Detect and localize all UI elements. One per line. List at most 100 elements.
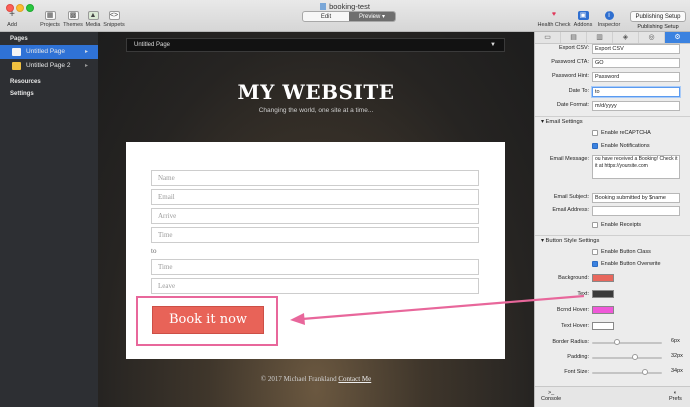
email-address-field[interactable] <box>592 206 680 216</box>
checkbox-checked-icon <box>592 143 598 149</box>
edit-tab[interactable]: Edit <box>303 12 349 21</box>
checkbox-unchecked-icon <box>592 130 598 136</box>
password-cta-row: Password CTA: GO <box>535 58 690 69</box>
addons-label: Addons <box>573 22 593 28</box>
email-input[interactable]: Email <box>151 189 479 205</box>
preview-tab[interactable]: Preview ▾ <box>349 12 395 21</box>
snippets-button[interactable]: <> Snippets <box>103 11 125 28</box>
tab-stack-icon[interactable]: ◎ <box>639 32 665 43</box>
border-radius-value: 6px <box>671 338 680 344</box>
slider-knob[interactable] <box>631 354 638 360</box>
enable-recaptcha-label: Enable reCAPTCHA <box>601 130 651 136</box>
inspector-panel: ▭ ▤ ▥ ◈ ◎ ⚙ Export CSV: Export CSV Passw… <box>534 32 690 407</box>
arrive-input[interactable]: Arrive <box>151 208 479 224</box>
app-window: booking-test + Add ▦ Projects ▩ Themes ▲… <box>0 0 690 407</box>
font-size-slider[interactable] <box>592 369 662 375</box>
disclosure-triangle-icon: ▾ <box>541 238 544 244</box>
password-hint-field[interactable]: Password <box>592 72 680 82</box>
border-radius-slider[interactable] <box>592 339 662 345</box>
book-it-now-button[interactable]: Book it now <box>152 306 264 334</box>
tab-page-icon[interactable]: ▭ <box>535 32 561 43</box>
name-input[interactable]: Name <box>151 170 479 186</box>
button-style-settings-section[interactable]: ▾ Button Style Settings <box>535 235 690 245</box>
email-subject-field[interactable]: Booking submitted by $name <box>592 193 680 203</box>
sidebar-item-label: Untitled Page <box>26 48 66 55</box>
sidebar-item-label: Untitled Page 2 <box>26 62 71 69</box>
sidebar: Pages Untitled Page ▸ Untitled Page 2 ▸ … <box>0 32 98 407</box>
media-button[interactable]: ▲ Media <box>84 11 102 28</box>
addons-button[interactable]: ▣ Addons <box>572 11 594 28</box>
inspector-footer: >_ Console ◐ Prefs <box>535 386 690 407</box>
bcrnd-hover-row: Bcrnd Hover: <box>535 306 690 317</box>
sidebar-item-untitled-page-2[interactable]: Untitled Page 2 ▸ <box>0 59 98 73</box>
text-hover-label: Text Hover: <box>561 323 589 329</box>
padding-slider[interactable] <box>592 354 662 360</box>
inspector-button[interactable]: i Inspector <box>596 11 622 28</box>
console-button[interactable]: >_ Console <box>541 390 561 402</box>
enable-receipts-checkbox[interactable]: Enable Receipts <box>592 221 641 230</box>
chevron-right-icon[interactable]: ▸ <box>85 59 88 73</box>
email-message-field[interactable]: ou have received a Booking! Check it it … <box>592 155 680 179</box>
sidebar-item-untitled-page[interactable]: Untitled Page ▸ <box>0 45 98 59</box>
bcrnd-hover-color-well[interactable] <box>592 306 614 314</box>
leave-time-input[interactable]: Time <box>151 259 479 275</box>
tab-tag-icon[interactable]: ◈ <box>613 32 639 43</box>
enable-recaptcha-checkbox[interactable]: Enable reCAPTCHA <box>592 129 651 138</box>
date-to-label: Date To: <box>568 88 589 94</box>
add-label: Add <box>7 22 17 28</box>
date-format-field[interactable]: m/d/yyyy <box>592 101 680 111</box>
enable-button-class-checkbox[interactable]: Enable Button Class <box>592 248 651 257</box>
date-to-row: Date To: to <box>535 87 690 98</box>
prefs-button[interactable]: ◐ Prefs <box>669 390 682 402</box>
leave-input[interactable]: Leave <box>151 278 479 294</box>
enable-button-overwrite-label: Enable Button Overwrite <box>601 261 661 267</box>
enable-notifications-checkbox[interactable]: Enable Notifications <box>592 142 650 151</box>
pages-header: Pages <box>10 36 28 42</box>
themes-button[interactable]: ▩ Themes <box>63 11 83 28</box>
health-check-label: Health Check <box>537 22 571 28</box>
text-hover-row: Text Hover: <box>535 322 690 333</box>
info-icon: i <box>604 11 614 20</box>
snippets-label: Snippets <box>103 22 125 28</box>
export-csv-field[interactable]: Export CSV <box>592 44 680 54</box>
slider-knob[interactable] <box>614 339 621 345</box>
tab-layout-icon[interactable]: ▥ <box>587 32 613 43</box>
tab-gear-icon[interactable]: ⚙ <box>665 32 690 43</box>
padding-row: Padding: 32px <box>535 353 690 364</box>
button-style-settings-title: Button Style Settings <box>545 238 600 244</box>
tab-header-icon[interactable]: ▤ <box>561 32 587 43</box>
publishing-setup-label: Publishing Setup <box>637 24 679 30</box>
checkbox-unchecked-icon <box>592 222 598 228</box>
slider-knob[interactable] <box>641 369 648 375</box>
password-cta-field[interactable]: GO <box>592 58 680 68</box>
health-check-button[interactable]: ♥ Health Check <box>537 11 571 28</box>
arrive-time-input[interactable]: Time <box>151 227 479 243</box>
media-label: Media <box>85 22 101 28</box>
border-radius-label: Border Radius: <box>552 339 589 345</box>
email-address-label: Email Address: <box>552 207 589 213</box>
booking-form: Name Email Arrive Time to Time Leave Boo… <box>126 142 505 359</box>
password-cta-label: Password CTA: <box>551 59 589 65</box>
add-button[interactable]: + Add <box>4 10 20 29</box>
text-color-well[interactable] <box>592 290 614 298</box>
email-subject-label: Email Subject: <box>553 194 589 200</box>
text-hover-color-well[interactable] <box>592 322 614 330</box>
caret-down-icon: ▼ <box>490 42 496 48</box>
password-hint-row: Password Hint: Password <box>535 72 690 83</box>
email-settings-section[interactable]: ▾ Email Settings <box>535 116 690 126</box>
settings-header[interactable]: Settings <box>0 89 98 102</box>
chevron-right-icon[interactable]: ▸ <box>85 45 88 59</box>
background-label: Background: <box>558 275 589 281</box>
email-settings-title: Email Settings <box>545 119 583 125</box>
page-selector[interactable]: Untitled Page ▼ <box>126 38 505 52</box>
resources-header[interactable]: Resources <box>0 73 98 89</box>
edit-preview-toggle[interactable]: Edit Preview ▾ <box>302 11 396 22</box>
publishing-setup-button[interactable]: Publishing Setup <box>630 11 686 22</box>
themes-label: Themes <box>63 22 83 28</box>
date-to-field[interactable]: to <box>592 87 680 97</box>
enable-button-overwrite-checkbox[interactable]: Enable Button Overwrite <box>592 260 661 269</box>
projects-button[interactable]: ▦ Projects <box>40 11 60 28</box>
contact-me-link[interactable]: Contact Me <box>338 375 371 383</box>
background-color-well[interactable] <box>592 274 614 282</box>
site-title: MY WEBSITE <box>237 80 395 104</box>
